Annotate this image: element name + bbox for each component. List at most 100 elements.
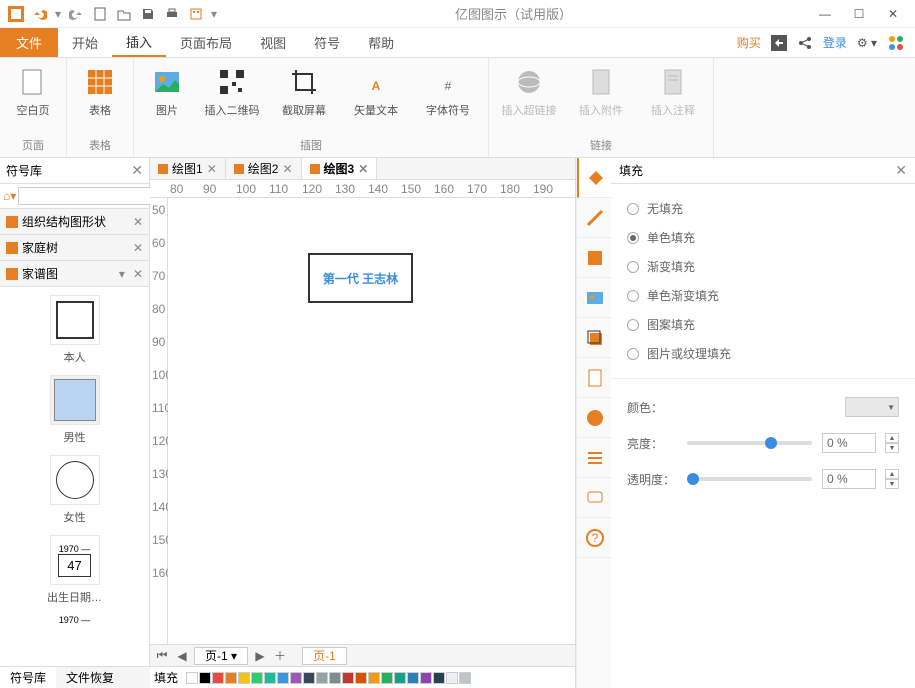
symbol-cell[interactable]: 1970 —47出生日期… [8, 535, 141, 605]
color-swatch[interactable] [394, 672, 406, 684]
home-icon[interactable]: ⌂▾ [3, 187, 16, 205]
accordion-header[interactable]: 家谱图▾✕ [0, 261, 149, 286]
page-first-icon[interactable]: ⏮ [154, 648, 170, 664]
spin-up-icon[interactable]: ▲ [885, 433, 899, 443]
symbol-cell[interactable]: 本人 [8, 295, 141, 365]
page-prev-icon[interactable]: ◀ [174, 648, 190, 664]
color-swatch[interactable] [186, 672, 198, 684]
slider-thumb[interactable] [687, 473, 699, 485]
redo-icon[interactable] [66, 4, 86, 24]
maximize-icon[interactable]: ☐ [851, 6, 867, 22]
save-icon[interactable] [138, 4, 158, 24]
shadow-tool-icon[interactable] [577, 238, 612, 278]
settings-icon[interactable]: ⚙ ▾ [857, 36, 877, 50]
canvas[interactable]: 第一代 王志林 [168, 198, 575, 644]
comment-tool-icon[interactable] [577, 478, 612, 518]
ribbon-blank-page-button[interactable]: 空白页 [8, 62, 58, 135]
print-icon[interactable] [162, 4, 182, 24]
page-select[interactable]: 页-1 ▾ [194, 647, 248, 665]
panel-close-icon[interactable]: ✕ [131, 162, 143, 179]
tab-close-icon[interactable]: ✕ [207, 162, 217, 176]
page-add-icon[interactable]: ＋ [272, 648, 288, 664]
section-close-icon[interactable]: ✕ [133, 241, 143, 255]
color-swatch[interactable] [355, 672, 367, 684]
symbol-cell[interactable]: 男性 [8, 375, 141, 445]
ribbon-picture-button[interactable]: 图片 [142, 62, 192, 135]
ribbon-qrcode-button[interactable]: 插入二维码 [200, 62, 264, 135]
image-tool-icon[interactable] [577, 278, 612, 318]
menu-item[interactable]: 视图 [246, 28, 300, 57]
menu-file[interactable]: 文件 [0, 28, 58, 57]
layer-tool-icon[interactable] [577, 318, 612, 358]
tab-close-icon[interactable]: ✕ [358, 162, 368, 176]
color-swatch[interactable] [212, 672, 224, 684]
menu-item[interactable]: 帮助 [354, 28, 408, 57]
page-next-icon[interactable]: ▶ [252, 648, 268, 664]
minimize-icon[interactable]: — [817, 6, 833, 22]
spin-up-icon[interactable]: ▲ [885, 469, 899, 479]
document-tab[interactable]: 绘图1✕ [150, 158, 226, 179]
ribbon-table-button[interactable]: 表格 [75, 62, 125, 135]
export-icon[interactable] [771, 35, 787, 51]
opacity-spinner[interactable]: 0 % [822, 469, 876, 489]
help-tool-icon[interactable]: ? [577, 518, 612, 558]
color-swatch[interactable] [407, 672, 419, 684]
undo-dropdown-icon[interactable]: ▾ [54, 4, 62, 24]
fill-option[interactable]: 图案填充 [627, 310, 899, 339]
qat-dropdown-icon[interactable]: ▾ [210, 4, 218, 24]
accordion-header[interactable]: 家庭树✕ [0, 235, 149, 260]
color-swatch[interactable] [251, 672, 263, 684]
bottom-tab[interactable]: 文件恢复 [56, 667, 124, 688]
section-close-icon[interactable]: ✕ [133, 267, 143, 281]
fill-option[interactable]: 单色渐变填充 [627, 281, 899, 310]
color-swatch[interactable] [238, 672, 250, 684]
undo-icon[interactable] [30, 4, 50, 24]
list-tool-icon[interactable] [577, 438, 612, 478]
color-swatch[interactable] [290, 672, 302, 684]
canvas-shape[interactable]: 第一代 王志林 [308, 253, 413, 303]
color-swatch[interactable] [199, 672, 211, 684]
share-icon[interactable] [797, 35, 813, 51]
color-swatch[interactable] [420, 672, 432, 684]
close-icon[interactable]: ✕ [885, 6, 901, 22]
new-doc-icon[interactable] [90, 4, 110, 24]
fill-option[interactable]: 图片或纹理填充 [627, 339, 899, 368]
menu-item[interactable]: 开始 [58, 28, 112, 57]
symbol-cell[interactable]: 女性 [8, 455, 141, 525]
line-tool-icon[interactable] [577, 198, 612, 238]
fill-option[interactable]: 渐变填充 [627, 252, 899, 281]
right-panel-close-icon[interactable]: ✕ [895, 162, 907, 179]
options-icon[interactable] [186, 4, 206, 24]
expand-icon[interactable]: ▾ [119, 267, 125, 281]
color-swatch[interactable] [264, 672, 276, 684]
app-icon[interactable] [6, 4, 26, 24]
color-swatch[interactable] [316, 672, 328, 684]
spin-down-icon[interactable]: ▼ [885, 443, 899, 453]
ribbon-hash-button[interactable]: #字体符号 [416, 62, 480, 135]
spin-down-icon[interactable]: ▼ [885, 479, 899, 489]
color-swatch[interactable] [303, 672, 315, 684]
buy-link[interactable]: 购买 [737, 34, 761, 51]
page-tab-current[interactable]: 页-1 [302, 647, 347, 665]
color-swatch[interactable] [277, 672, 289, 684]
document-tab[interactable]: 绘图2✕ [226, 158, 302, 179]
page-tool-icon[interactable] [577, 358, 612, 398]
menu-item[interactable]: 插入 [112, 28, 166, 57]
brightness-slider[interactable] [687, 441, 812, 445]
color-swatch[interactable] [342, 672, 354, 684]
color-swatch[interactable] [329, 672, 341, 684]
menu-item[interactable]: 页面布局 [166, 28, 246, 57]
bottom-tab[interactable]: 符号库 [0, 667, 56, 688]
color-picker[interactable]: ▼ [845, 397, 899, 417]
fill-tool-icon[interactable] [577, 158, 612, 198]
ribbon-vector-text-button[interactable]: A矢量文本 [344, 62, 408, 135]
color-swatch[interactable] [368, 672, 380, 684]
globe-tool-icon[interactable] [577, 398, 612, 438]
brightness-spinner[interactable]: 0 % [822, 433, 876, 453]
slider-thumb[interactable] [765, 437, 777, 449]
section-close-icon[interactable]: ✕ [133, 215, 143, 229]
color-swatch[interactable] [381, 672, 393, 684]
fill-option[interactable]: 单色填充 [627, 223, 899, 252]
fill-option[interactable]: 无填充 [627, 194, 899, 223]
opacity-slider[interactable] [687, 477, 812, 481]
